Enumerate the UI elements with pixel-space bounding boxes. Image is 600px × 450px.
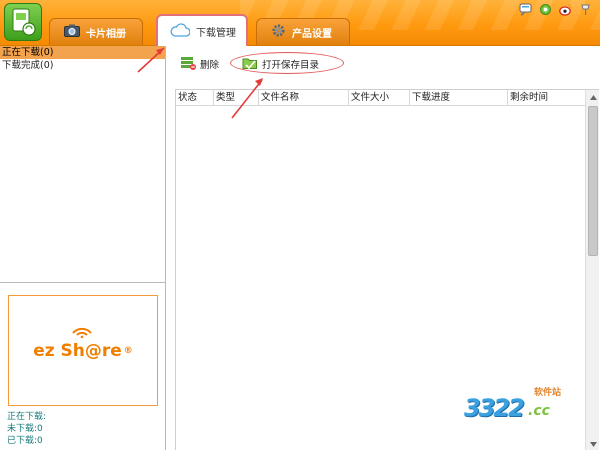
- brand-banner[interactable]: ez Sh@re ®: [8, 295, 158, 406]
- ezshare-logo: ez Sh@re ®: [33, 327, 133, 361]
- scrollbar-thumb[interactable]: [588, 106, 598, 256]
- cloud-icon: [170, 22, 191, 40]
- watermark-number: 3322: [464, 394, 525, 422]
- registered-mark: ®: [123, 345, 133, 356]
- folder-open-icon: [242, 56, 258, 73]
- camera-icon: [64, 24, 80, 40]
- delete-button[interactable]: 删除: [180, 55, 219, 73]
- app-logo: [4, 3, 42, 41]
- sidebar-item-downloading[interactable]: 正在下载(0): [0, 46, 165, 59]
- wifi-icon: [71, 323, 93, 343]
- stat-done: 已下载:0: [7, 436, 43, 446]
- stat-downloading: 正在下载:: [7, 412, 47, 422]
- watermark-tld: .cc: [528, 403, 550, 419]
- download-category-list: 正在下载(0) 下载完成(0): [0, 46, 166, 283]
- column-header-type[interactable]: 类型: [214, 90, 259, 106]
- weibo-icon[interactable]: [559, 3, 572, 16]
- toolbar: 删除 打开保存目录: [166, 46, 600, 82]
- tab-label: 卡片相册: [86, 28, 126, 40]
- column-header-filesize[interactable]: 文件大小: [349, 90, 410, 106]
- tab-product-settings[interactable]: 产品设置: [256, 18, 350, 45]
- sidebar-item-label: 正在下载(0): [2, 47, 54, 58]
- window-controls: [519, 2, 592, 16]
- delete-label: 删除: [200, 60, 220, 71]
- stat-pending: 未下载:0: [7, 424, 43, 434]
- sidebar-item-label: 下载完成(0): [2, 60, 54, 71]
- ezshare-wordmark: ez Sh@re: [33, 340, 122, 361]
- settings-icon[interactable]: [539, 3, 552, 16]
- column-header-remaining[interactable]: 剩余时间: [508, 90, 586, 106]
- column-header-filename[interactable]: 文件名称: [259, 90, 349, 106]
- download-main: 删除 打开保存目录 状态 类型 文件名称 文件大小 下载进度 剩余时间 软件站 …: [166, 46, 600, 450]
- column-header-progress[interactable]: 下载进度: [410, 90, 508, 106]
- ad-panel: ez Sh@re ® 正在下载: 未下载:0 已下载:0: [0, 283, 166, 450]
- tab-download-manager[interactable]: 下载管理: [156, 14, 248, 46]
- table-header: 状态 类型 文件名称 文件大小 下载进度 剩余时间: [176, 90, 586, 106]
- sidebar-item-completed[interactable]: 下载完成(0): [0, 59, 165, 72]
- scroll-up-icon[interactable]: [586, 90, 600, 104]
- pin-icon[interactable]: [579, 3, 592, 16]
- tab-label: 产品设置: [292, 28, 332, 40]
- title-bar: 卡片相册 下载管理 产品设置: [0, 0, 600, 46]
- column-header-status[interactable]: 状态: [176, 90, 214, 106]
- delete-icon: [180, 56, 196, 73]
- open-save-folder-button[interactable]: 打开保存目录: [242, 55, 319, 73]
- scroll-down-icon[interactable]: [586, 437, 600, 450]
- tab-card-album[interactable]: 卡片相册: [49, 18, 143, 45]
- site-watermark: 软件站 3322 .cc: [464, 384, 576, 426]
- vertical-scrollbar[interactable]: [585, 90, 599, 450]
- download-stats: 正在下载: 未下载:0 已下载:0: [7, 411, 46, 447]
- watermark-tag: 软件站: [534, 388, 562, 398]
- chat-icon[interactable]: [519, 3, 532, 16]
- gear-icon: [271, 23, 286, 41]
- tab-label: 下载管理: [196, 27, 236, 39]
- open-folder-label: 打开保存目录: [262, 60, 320, 71]
